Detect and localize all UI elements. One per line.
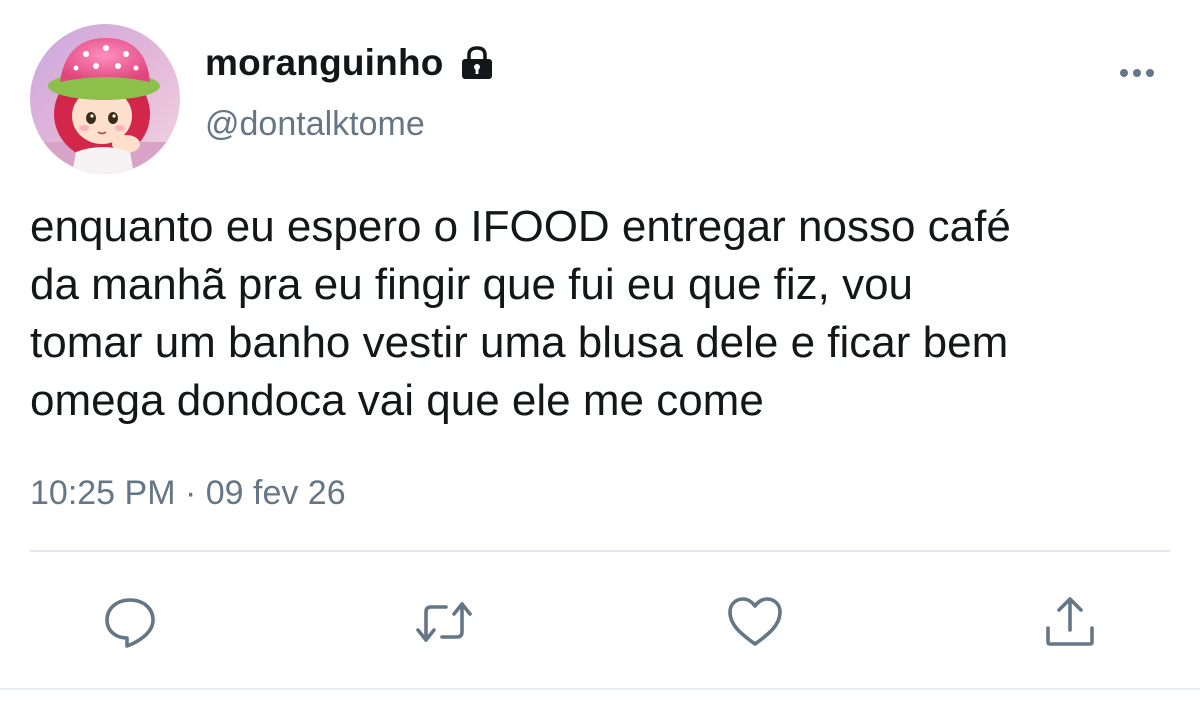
user-handle[interactable]: @dontalktome [205, 105, 425, 144]
tweet-timestamp[interactable]: 10:25 PM · 09 fev 26 [30, 474, 346, 513]
display-name[interactable]: moranguinho [205, 42, 444, 84]
reply-button[interactable] [100, 592, 160, 652]
bottom-divider [0, 688, 1200, 690]
like-button[interactable] [725, 592, 785, 652]
retweet-button[interactable] [414, 592, 474, 652]
display-name-row: moranguinho [205, 38, 496, 88]
tweet-text: enquanto eu espero o IFOOD entregar noss… [30, 202, 1011, 425]
tweet-card: moranguinho @dontalktome enquanto eu esp… [0, 0, 1200, 710]
share-button[interactable] [1040, 592, 1100, 652]
lock-icon [458, 44, 496, 82]
divider [30, 550, 1170, 552]
retweet-icon [416, 602, 472, 642]
avatar[interactable] [30, 24, 180, 174]
heart-icon [728, 597, 782, 646]
reply-icon [105, 598, 155, 648]
more-options-icon[interactable] [1112, 58, 1162, 88]
strawberry-shortcake-avatar-icon [30, 24, 180, 174]
share-icon [1046, 597, 1094, 646]
